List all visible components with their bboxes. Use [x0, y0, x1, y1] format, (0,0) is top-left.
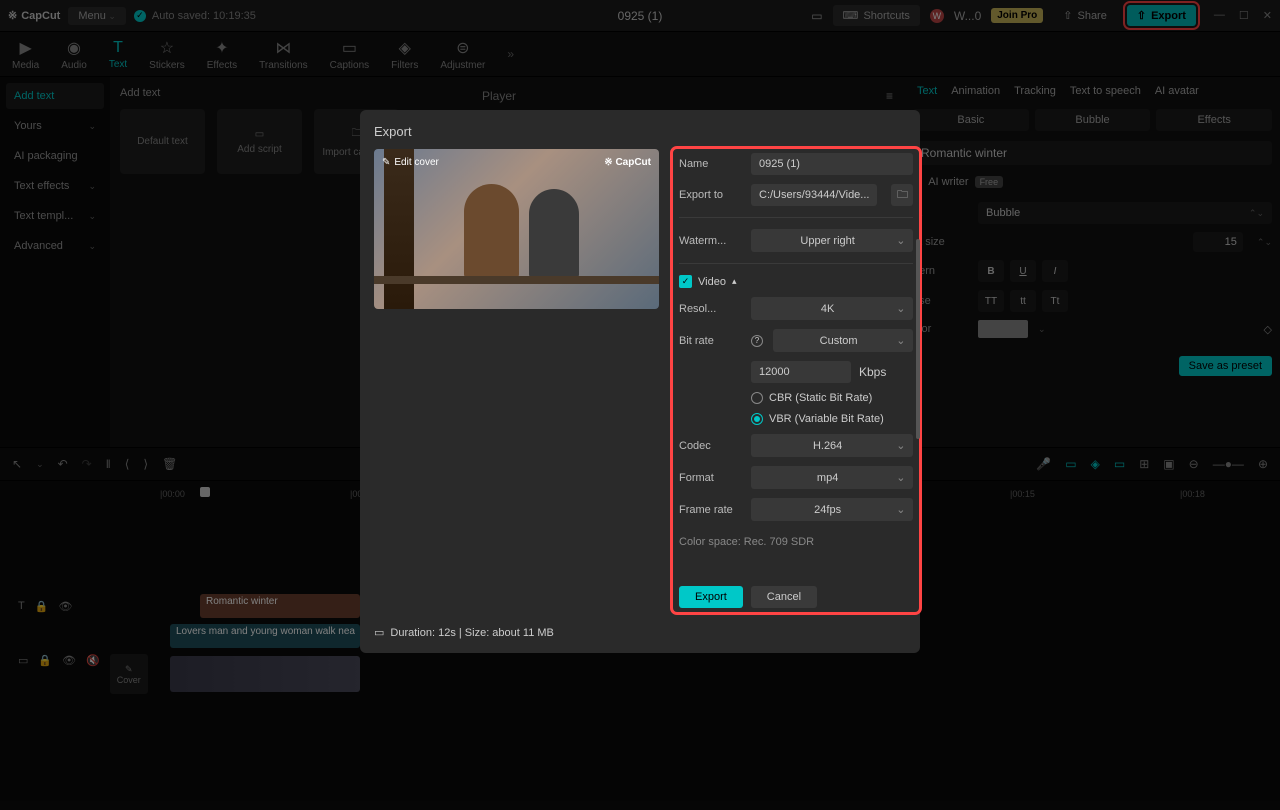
format-select[interactable]: mp4 — [751, 466, 913, 489]
kbps-label: Kbps — [859, 365, 886, 379]
info-icon[interactable]: ? — [751, 335, 763, 347]
format-label: Format — [679, 472, 741, 484]
framerate-select[interactable]: 24fps — [751, 498, 913, 521]
exportto-label: Export to — [679, 189, 741, 201]
cancel-button[interactable]: Cancel — [751, 586, 817, 608]
edit-cover-button[interactable]: ✎Edit cover — [382, 157, 439, 168]
name-label: Name — [679, 158, 741, 170]
export-settings: Name 0925 (1) Export to C:/Users/93444/Vid… — [673, 149, 919, 612]
colorspace-info: Color space: Rec. 709 SDR — [679, 536, 913, 548]
dialog-title: Export — [374, 124, 906, 139]
video-checkbox[interactable]: ✓ — [679, 275, 692, 288]
watermark-label: Waterm... — [679, 235, 741, 247]
codec-select[interactable]: H.264 — [751, 434, 913, 457]
film-icon: ▭ — [374, 626, 384, 639]
video-section-label: Video — [698, 276, 726, 288]
export-dialog: Export ✎Edit cover ※ CapCut Name 0925 (1)… — [360, 110, 920, 653]
codec-label: Codec — [679, 440, 741, 452]
bitrate-label: Bit rate — [679, 335, 741, 347]
kbps-input[interactable]: 12000 — [751, 361, 851, 383]
watermark-select[interactable]: Upper right — [751, 229, 913, 252]
cover-preview: ✎Edit cover ※ CapCut — [374, 149, 659, 309]
vbr-radio[interactable]: VBR (Variable Bit Rate) — [751, 413, 913, 425]
export-confirm-button[interactable]: Export — [679, 586, 743, 608]
resolution-select[interactable]: 4K — [751, 297, 913, 320]
capcut-watermark: ※ CapCut — [604, 157, 651, 168]
cbr-radio[interactable]: CBR (Static Bit Rate) — [751, 392, 913, 404]
name-input[interactable]: 0925 (1) — [751, 153, 913, 175]
modal-overlay: Export ✎Edit cover ※ CapCut Name 0925 (1)… — [0, 0, 1280, 810]
exportto-input[interactable]: C:/Users/93444/Vide... — [751, 184, 877, 206]
bitrate-select[interactable]: Custom — [773, 329, 913, 352]
pencil-icon: ✎ — [382, 157, 390, 168]
export-info: ▭Duration: 12s | Size: about 11 MB — [374, 626, 554, 639]
scrollbar[interactable] — [916, 239, 920, 439]
browse-folder-button[interactable]: 🗀 — [891, 184, 913, 206]
resolution-label: Resol... — [679, 303, 741, 315]
framerate-label: Frame rate — [679, 504, 741, 516]
